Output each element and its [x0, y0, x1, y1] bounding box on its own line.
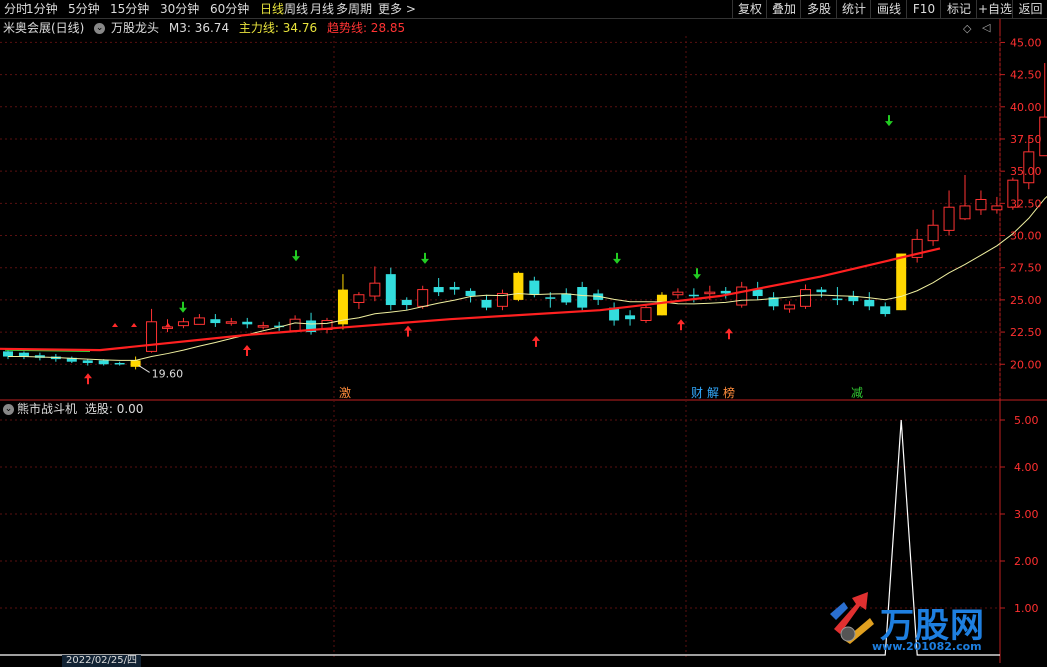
trend-line — [0, 247, 941, 352]
settings-diamond-icon[interactable]: ◇ — [963, 22, 971, 35]
price-chart[interactable]: 43.4019.60 45.0042.5040.0037.5035.0032.5… — [0, 0, 1047, 663]
price-tick: 42.50 — [1010, 69, 1042, 82]
sub-tick: 3.00 — [1014, 508, 1039, 521]
candle[interactable] — [465, 288, 476, 303]
buy-arrow-icon — [677, 319, 685, 331]
sell-arrow-icon — [421, 252, 429, 264]
candle[interactable] — [130, 356, 141, 370]
event-tag-ji[interactable]: 激 — [338, 386, 352, 400]
candle[interactable] — [561, 288, 572, 306]
price-tick: 35.00 — [1010, 165, 1042, 178]
price-tick: 45.00 — [1010, 36, 1042, 49]
candle[interactable] — [640, 305, 652, 324]
candle[interactable] — [784, 301, 796, 313]
candle[interactable] — [433, 278, 444, 297]
candle[interactable] — [66, 356, 77, 363]
candle[interactable] — [720, 287, 731, 299]
price-tick: 32.50 — [1010, 197, 1042, 210]
sub-indicator-name[interactable]: 熊市战斗机 — [17, 402, 77, 416]
collapse-icon[interactable]: ◁ — [982, 21, 990, 34]
buy-arrow-icon — [404, 325, 412, 337]
price-tick: 37.50 — [1010, 133, 1042, 146]
buy-arrow-icon — [84, 373, 92, 385]
candle[interactable] — [609, 302, 620, 326]
sell-arrow-icon — [885, 115, 893, 127]
event-tag-jie[interactable]: 解 — [706, 386, 720, 400]
candle[interactable] — [210, 314, 221, 327]
candle[interactable] — [752, 281, 763, 300]
candle[interactable] — [736, 281, 748, 308]
price-tick: 22.50 — [1010, 326, 1042, 339]
event-tag-bang[interactable]: 榜 — [722, 386, 736, 400]
candle[interactable] — [927, 209, 939, 246]
candle[interactable] — [625, 310, 636, 326]
candle[interactable] — [975, 190, 987, 215]
buy-arrow-icon — [532, 335, 540, 347]
candle[interactable] — [481, 294, 492, 311]
candle[interactable] — [959, 175, 971, 221]
candle[interactable] — [225, 317, 237, 326]
candle[interactable] — [321, 317, 333, 334]
candle[interactable] — [848, 290, 859, 306]
candle[interactable] — [896, 253, 907, 311]
candle[interactable] — [177, 317, 189, 329]
candle[interactable] — [369, 266, 381, 302]
price-tick: 25.00 — [1010, 294, 1042, 307]
candle[interactable] — [768, 292, 779, 311]
marker-icon — [131, 323, 137, 328]
watermark-logo — [826, 584, 884, 648]
sell-arrow-icon — [613, 252, 621, 264]
candle[interactable] — [193, 314, 205, 325]
date-cursor-label: 2022/02/25/四 — [62, 655, 142, 667]
candle[interactable] — [943, 190, 955, 236]
sub-tick: 2.00 — [1014, 555, 1039, 568]
candle[interactable] — [449, 281, 460, 295]
buy-arrow-icon — [243, 344, 251, 356]
candle[interactable] — [513, 271, 524, 302]
sell-arrow-icon — [693, 268, 701, 280]
candle[interactable] — [114, 361, 125, 366]
sell-arrow-icon — [179, 301, 187, 313]
price-tick: 20.00 — [1010, 358, 1042, 371]
candle-series — [3, 63, 1047, 370]
price-tick: 30.00 — [1010, 230, 1042, 243]
sub-tick: 4.00 — [1014, 461, 1039, 474]
candle[interactable] — [385, 267, 396, 311]
candle[interactable] — [242, 317, 253, 329]
sub-tick: 5.00 — [1014, 414, 1039, 427]
candle[interactable] — [353, 292, 365, 309]
sell-arrow-icon — [292, 250, 300, 262]
watermark-url: www.201082.com — [872, 640, 982, 653]
candle[interactable] — [672, 288, 684, 299]
sub-indicator-value: 选股: 0.00 — [84, 402, 144, 416]
candle[interactable] — [18, 351, 29, 360]
candle[interactable] — [880, 302, 891, 317]
price-tick: 40.00 — [1010, 101, 1042, 114]
candle[interactable] — [816, 287, 827, 298]
candle[interactable] — [401, 297, 412, 311]
low-label: 19.60 — [152, 367, 184, 380]
event-tag-cai[interactable]: 财 — [690, 386, 704, 400]
marker-icon — [165, 323, 171, 328]
candle[interactable] — [496, 289, 508, 311]
candle[interactable] — [911, 229, 923, 263]
marker-icon — [112, 323, 118, 328]
price-tick: 27.50 — [1010, 262, 1042, 275]
candle[interactable] — [800, 284, 811, 309]
buy-arrow-icon — [725, 328, 733, 340]
chevron-down-icon[interactable]: ⌄ — [3, 404, 14, 415]
event-tag-jian[interactable]: 减 — [850, 386, 864, 400]
candle[interactable] — [864, 292, 875, 311]
sub-tick: 1.00 — [1014, 602, 1039, 615]
candle[interactable] — [257, 321, 269, 330]
sub-indicator-title: ⌄ 熊市战斗机 选股: 0.00 — [0, 400, 143, 418]
